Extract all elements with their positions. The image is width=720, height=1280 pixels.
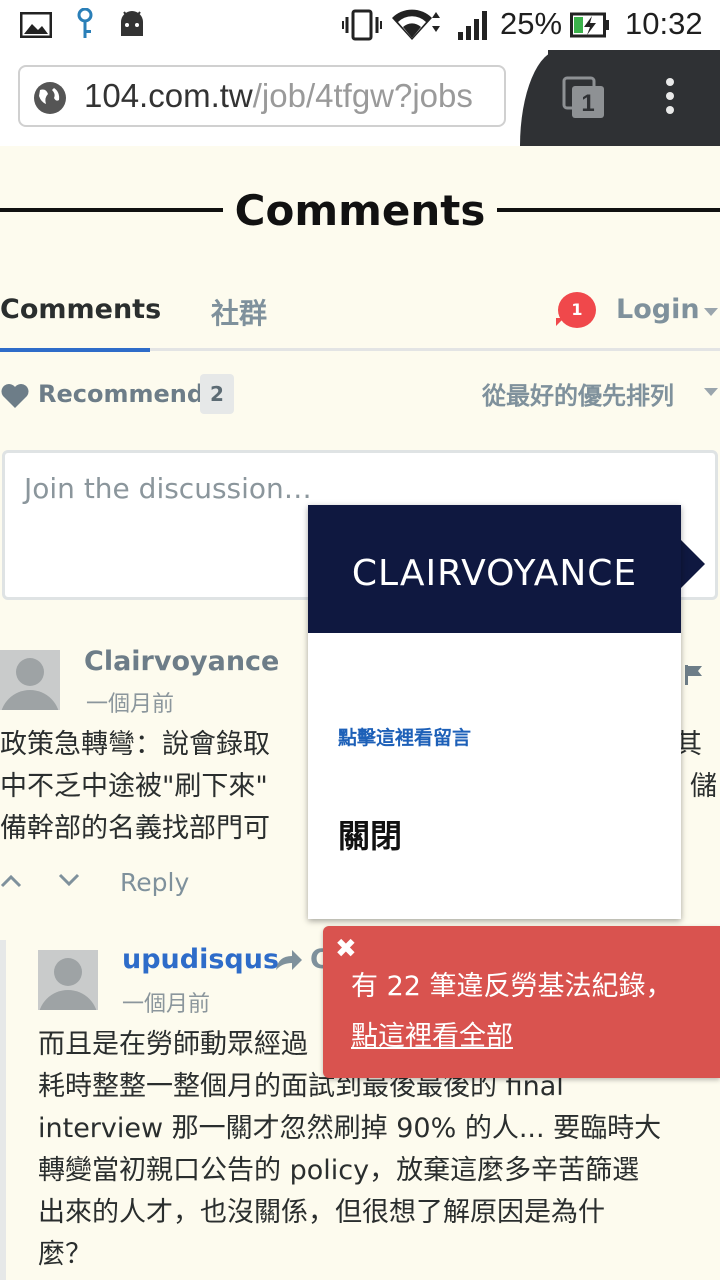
comment-time[interactable]: 一個月前 [122, 986, 210, 1018]
close-icon[interactable]: ✖ [335, 934, 357, 964]
comment-text-line: 出來的人才，也沒關係，但很想了解原因是為什 [38, 1197, 605, 1228]
battery-charging-icon [570, 12, 609, 38]
url-bar[interactable]: 104.com.tw/job/4tfgw?jobs [18, 65, 506, 127]
browser-toolbar: 104.com.tw/job/4tfgw?jobs 1 [0, 50, 720, 146]
flag-icon[interactable] [684, 664, 704, 686]
recommend-label: Recommend [38, 380, 205, 408]
page-title: Comments [0, 186, 720, 235]
tab-comments[interactable]: Comments [0, 294, 161, 325]
reply-button[interactable]: Reply [120, 868, 189, 897]
status-bar: 25% 10:32 [0, 0, 720, 50]
recommend-count: 2 [200, 374, 234, 414]
key-icon [77, 8, 93, 38]
comment-author[interactable]: Clairvoyance [84, 646, 279, 677]
heart-icon [1, 384, 29, 408]
comment-text-line: 備幹部的名義找部門可 [0, 813, 270, 844]
clock: 10:32 [625, 6, 703, 41]
notification-badge[interactable]: 1 [558, 292, 596, 328]
wifi-icon [392, 9, 440, 40]
avatar[interactable] [38, 950, 98, 1010]
violation-toast: ✖ 有 22 筆違反勞基法紀錄， 點這裡看全部 [323, 926, 720, 1078]
image-icon [20, 12, 52, 38]
comment-text-line: 中不乏中途被"刷下來" [0, 771, 268, 802]
menu-dots-icon[interactable] [660, 78, 680, 118]
battery-percent: 25% [500, 6, 563, 41]
url-path: /job/4tfgw?jobs [252, 77, 473, 114]
comment-text-line: interview 那一關才忽然刷掉 90% 的人... 要臨時大 [38, 1113, 662, 1144]
globe-icon [34, 82, 66, 114]
upvote-icon[interactable] [0, 872, 22, 888]
toast-message: 有 22 筆違反勞基法紀錄， [351, 971, 673, 1002]
comment-author[interactable]: upudisqus [122, 944, 279, 975]
comment-text-line: 麼？ [38, 1239, 92, 1270]
user-popup: CLAIRVOYANCE 點擊這裡看留言 關閉 [308, 505, 681, 919]
discussion-placeholder: Join the discussion… [24, 472, 312, 505]
vibrate-icon [342, 9, 382, 41]
popup-header: CLAIRVOYANCE [308, 505, 681, 633]
popup-arrow [681, 540, 705, 588]
tab-count: 1 [581, 90, 594, 117]
reply-arrow-icon [276, 950, 302, 970]
view-all-link[interactable]: 點這裡看全部 [351, 1014, 513, 1053]
popup-close-button[interactable]: 關閉 [338, 811, 402, 857]
tabs-button[interactable]: 1 [562, 76, 606, 120]
popup-title: CLAIRVOYANCE [351, 553, 638, 594]
avatar[interactable] [0, 650, 60, 710]
sort-caret-icon [704, 388, 718, 396]
sort-dropdown[interactable]: 從最好的優先排列 [482, 376, 674, 411]
login-caret-icon [704, 308, 718, 316]
reply-thread-bar [0, 940, 6, 1280]
login-menu[interactable]: Login [616, 294, 700, 325]
downvote-icon[interactable] [58, 872, 80, 888]
android-icon [121, 11, 143, 36]
view-comments-link[interactable]: 點擊這裡看留言 [338, 723, 471, 750]
url-text: 104.com.tw/job/4tfgw?jobs [84, 77, 473, 115]
comment-text-fragment: 儲 [690, 771, 717, 802]
comment-time[interactable]: 一個月前 [86, 686, 174, 718]
comment-text-line: 而且是在勞師動眾經過 [38, 1029, 308, 1060]
tabs-icon: 1 [562, 76, 604, 118]
comment-text-line: 轉變當初親口公告的 policy，放棄這麼多辛苦篩選 [38, 1155, 640, 1186]
url-host: 104.com.tw [84, 77, 253, 114]
tab-community[interactable]: 社群 [211, 292, 267, 332]
signal-icon [458, 11, 487, 40]
tab-active-underline [0, 348, 150, 352]
